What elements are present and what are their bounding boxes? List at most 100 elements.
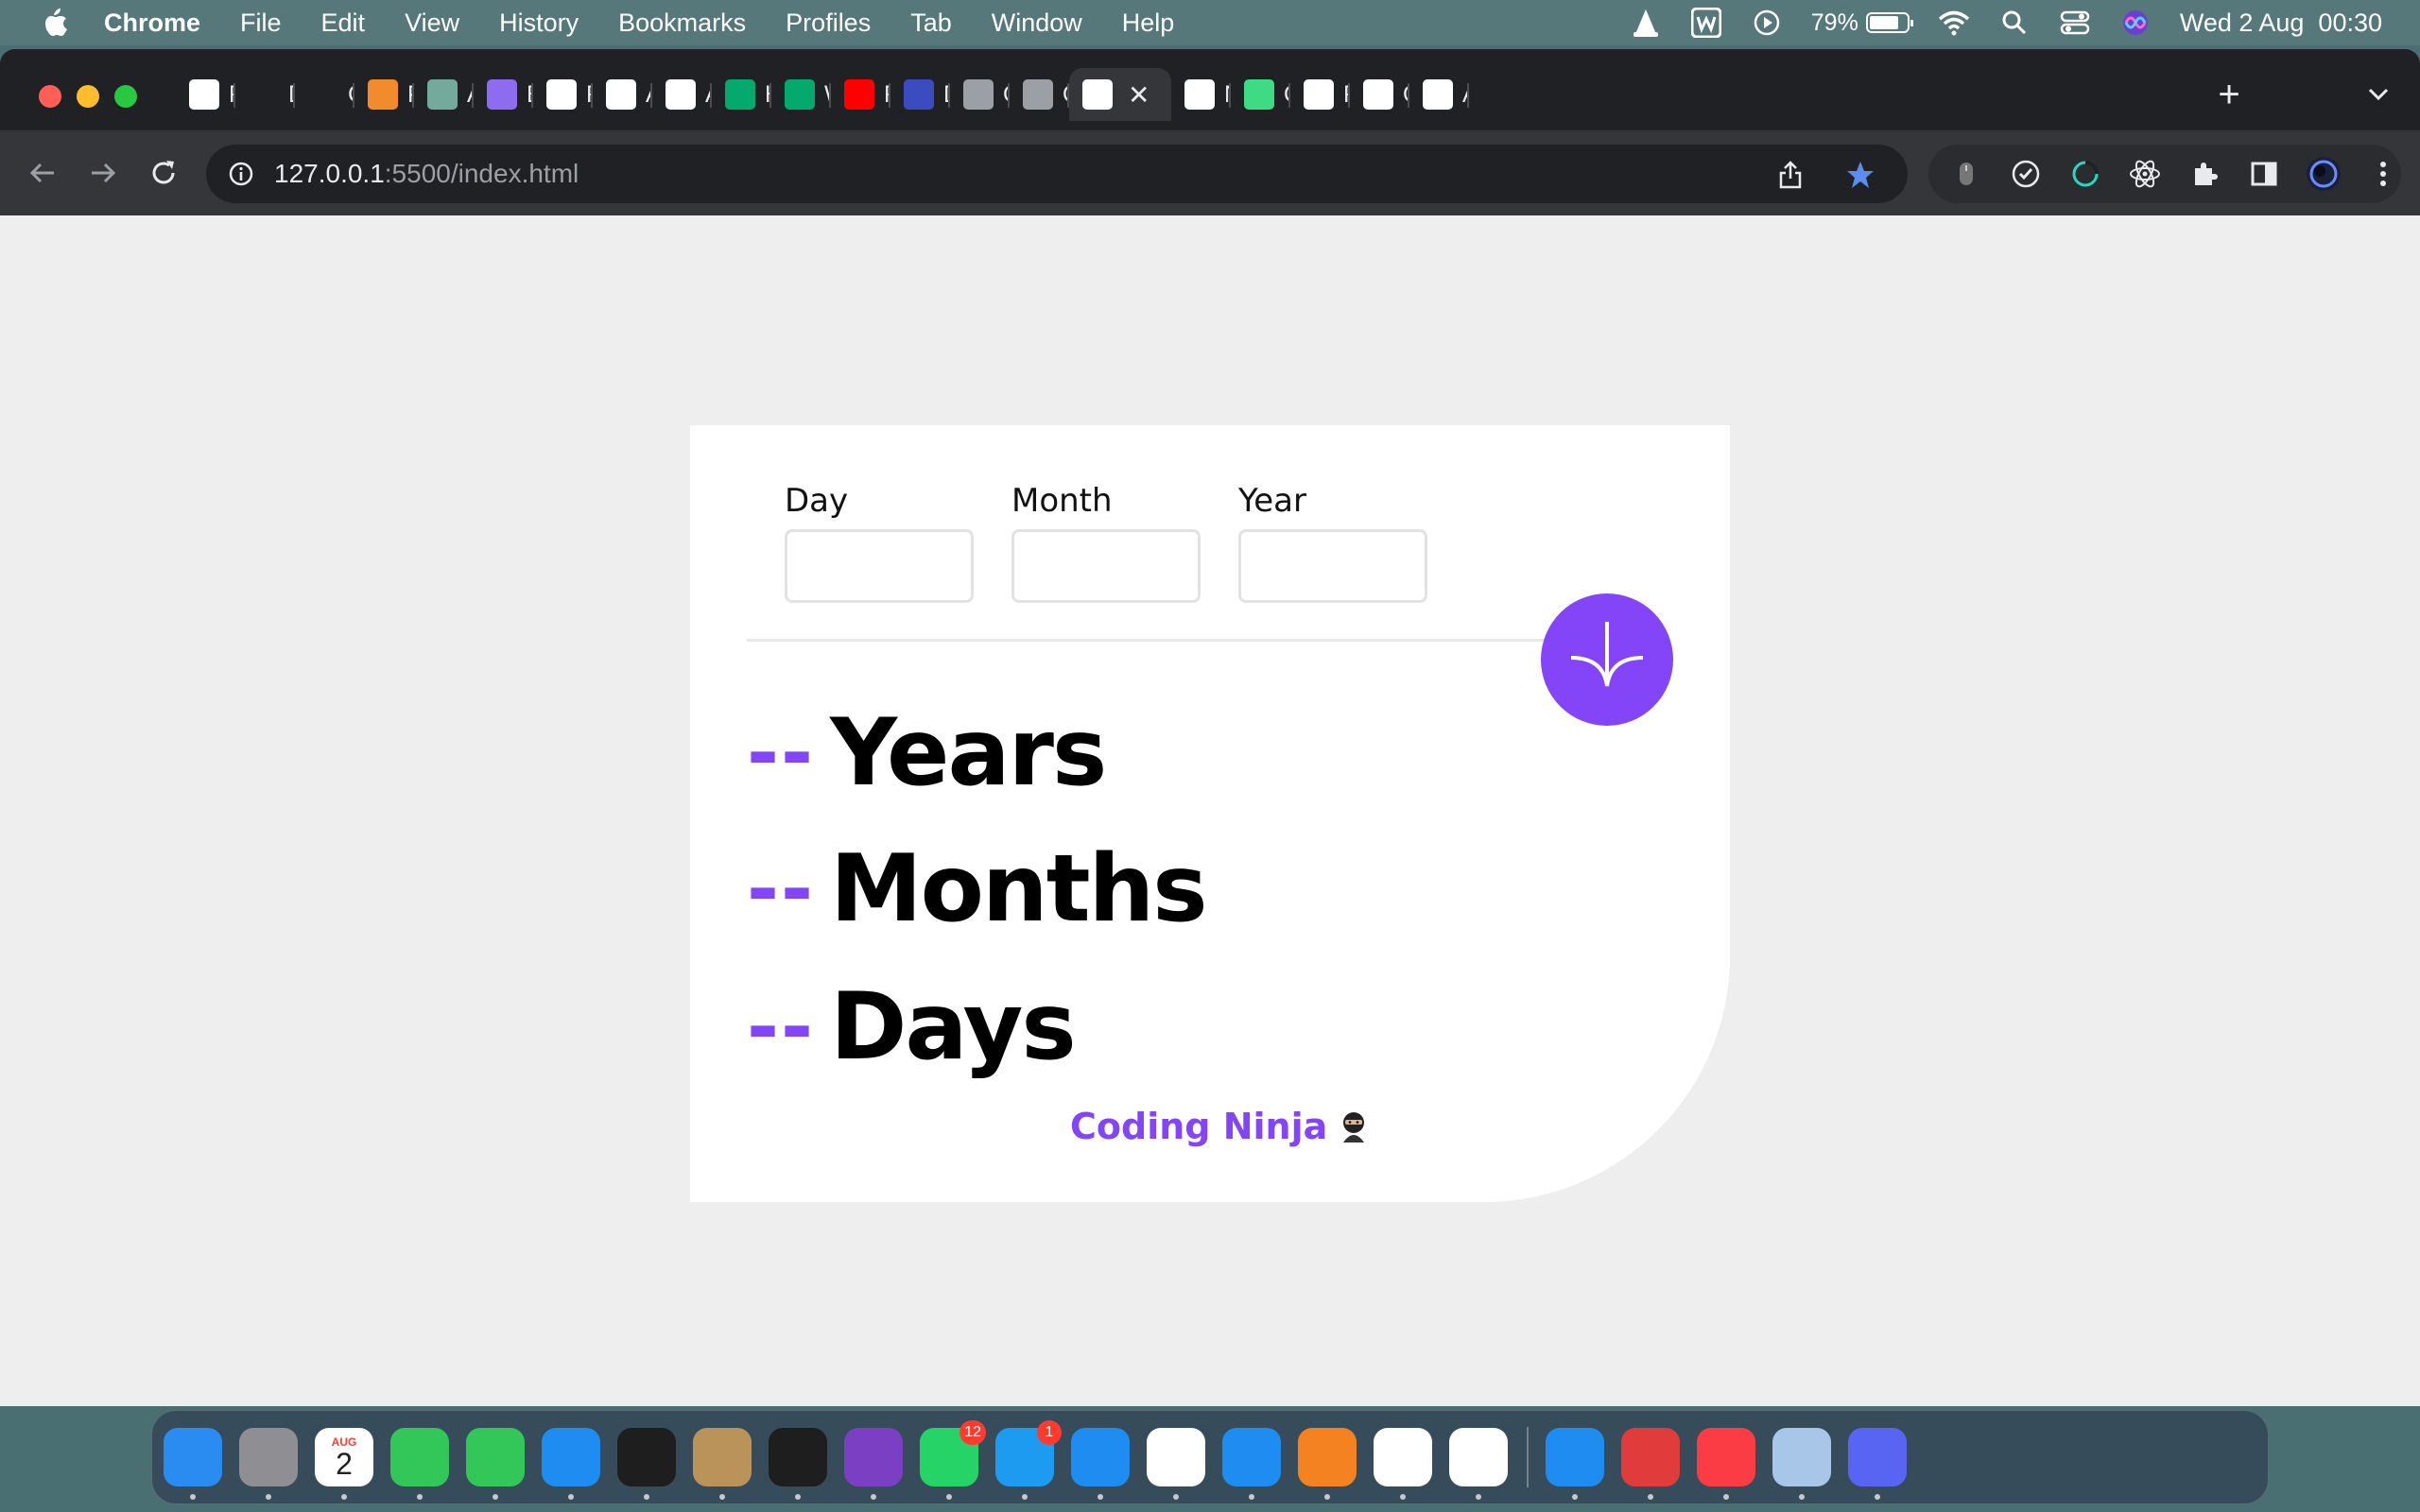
- preview-icon[interactable]: [1772, 1428, 1831, 1500]
- forward-button[interactable]: [83, 153, 123, 193]
- bookmark-star-icon[interactable]: [1841, 156, 1879, 194]
- day-field: Day: [785, 482, 974, 603]
- contacts-icon[interactable]: [693, 1428, 752, 1500]
- chrome-menu-icon[interactable]: [2364, 155, 2401, 193]
- play-status-icon[interactable]: [1751, 7, 1783, 39]
- mail-icon[interactable]: [542, 1428, 600, 1500]
- running-indicator: [1173, 1494, 1179, 1500]
- tab-search-chevron-icon[interactable]: [2360, 76, 2397, 113]
- menu-app-name[interactable]: Chrome: [104, 9, 200, 38]
- vscode-icon[interactable]: [1222, 1428, 1281, 1500]
- bluetooth-icon[interactable]: [1546, 1428, 1604, 1500]
- terminal-icon[interactable]: [769, 1428, 827, 1500]
- spotlight-search-icon[interactable]: [1998, 7, 2031, 39]
- day-input[interactable]: [785, 529, 974, 603]
- menu-view[interactable]: View: [405, 9, 459, 38]
- battery-status[interactable]: 79%: [1811, 9, 1913, 37]
- running-indicator: [871, 1494, 876, 1500]
- tab[interactable]: Fr: [176, 68, 235, 121]
- wps-icon[interactable]: [1621, 1428, 1680, 1500]
- messages-icon[interactable]: [390, 1428, 449, 1500]
- tab[interactable]: Cl: [295, 68, 354, 121]
- tab[interactable]: Ag: [414, 68, 474, 121]
- calendar-icon[interactable]: AUG 2: [315, 1428, 373, 1500]
- tab[interactable]: O: [1350, 68, 1409, 121]
- tab[interactable]: Ba: [474, 68, 533, 121]
- menu-tab[interactable]: Tab: [910, 9, 952, 38]
- share-icon[interactable]: [1772, 156, 1809, 194]
- safari-icon[interactable]: [1071, 1428, 1130, 1500]
- vlc-status-icon[interactable]: [1630, 7, 1662, 39]
- mouse-extension-icon[interactable]: [1947, 155, 1984, 193]
- notion-icon[interactable]: [1147, 1428, 1205, 1500]
- reload-button[interactable]: [144, 153, 183, 193]
- year-input[interactable]: [1238, 529, 1427, 603]
- tab[interactable]: H': [712, 68, 771, 121]
- side-panel-icon[interactable]: [2245, 155, 2282, 193]
- tab[interactable]: N: [1171, 68, 1231, 121]
- running-indicator: [795, 1494, 801, 1500]
- tab[interactable]: Ag: [593, 68, 652, 121]
- slack-icon[interactable]: [1449, 1428, 1508, 1500]
- twitter-icon[interactable]: 1: [995, 1420, 1062, 1500]
- facetime-icon[interactable]: [466, 1428, 525, 1500]
- check-extension-icon[interactable]: [2007, 155, 2044, 193]
- age-app-icon: [1423, 79, 1453, 110]
- control-center-icon[interactable]: [2059, 7, 2091, 39]
- close-tab-icon[interactable]: ✕: [1128, 79, 1150, 111]
- menu-window[interactable]: Window: [992, 9, 1082, 38]
- url-text[interactable]: 127.0.0.1:5500/index.html: [274, 159, 579, 189]
- finder-icon[interactable]: [164, 1428, 222, 1500]
- tab[interactable]: Fr: [831, 68, 890, 121]
- puzzle-extensions-icon[interactable]: [2186, 155, 2222, 193]
- tab[interactable]: Ol: [1010, 68, 1069, 121]
- tab[interactable]: Fr: [1290, 68, 1350, 121]
- music-icon[interactable]: [1697, 1428, 1755, 1500]
- menu-clock[interactable]: Wed 2 Aug 00:30: [2180, 9, 2382, 38]
- launchpad-icon[interactable]: [239, 1428, 298, 1500]
- tab[interactable]: Ag: [652, 68, 712, 121]
- fullscreen-window-button[interactable]: [114, 85, 137, 108]
- siri-icon[interactable]: [2119, 7, 2152, 39]
- menu-profiles[interactable]: Profiles: [786, 9, 871, 38]
- react-devtools-icon[interactable]: [2126, 155, 2163, 193]
- wps-status-icon[interactable]: [1690, 7, 1722, 39]
- discord-icon[interactable]: [1848, 1428, 1907, 1500]
- menu-file[interactable]: File: [240, 9, 282, 38]
- address-bar[interactable]: 127.0.0.1:5500/index.html: [206, 145, 1908, 203]
- chatgpt-icon: [427, 79, 458, 110]
- profile-avatar[interactable]: [2305, 155, 2342, 193]
- loader-extension-icon[interactable]: [2066, 155, 2103, 193]
- menu-help[interactable]: Help: [1122, 9, 1175, 38]
- tab[interactable]: W: [771, 68, 831, 121]
- minimize-window-button[interactable]: [77, 85, 99, 108]
- figma-icon[interactable]: [617, 1428, 676, 1500]
- tab[interactable]: Ag: [1409, 68, 1469, 121]
- github-desktop-icon[interactable]: [844, 1428, 903, 1500]
- site-info-icon[interactable]: [227, 160, 255, 188]
- tab[interactable]: Ol: [950, 68, 1010, 121]
- tab[interactable]: Fr: [533, 68, 593, 121]
- leaf-icon: [1244, 79, 1274, 110]
- tab-active[interactable]: ✕: [1069, 68, 1171, 121]
- close-window-button[interactable]: [39, 85, 61, 108]
- whatsapp-icon[interactable]: 12: [920, 1420, 986, 1500]
- chrome-icon[interactable]: [1374, 1428, 1432, 1500]
- menu-history[interactable]: History: [499, 9, 579, 38]
- menu-bookmarks[interactable]: Bookmarks: [618, 9, 746, 38]
- tab-title: Dc: [288, 81, 295, 109]
- menu-edit[interactable]: Edit: [321, 9, 366, 38]
- apple-icon[interactable]: [38, 6, 72, 40]
- wifi-icon[interactable]: [1938, 7, 1970, 39]
- new-tab-button[interactable]: +: [2210, 76, 2248, 113]
- calculate-button[interactable]: [1541, 593, 1673, 726]
- extensions-bar: [1928, 145, 2401, 203]
- tab[interactable]: Dc: [235, 68, 295, 121]
- url-host: 127.0.0.1: [274, 159, 385, 188]
- vlc-icon[interactable]: [1298, 1428, 1357, 1500]
- tab[interactable]: Dc: [890, 68, 950, 121]
- tab[interactable]: Pc: [354, 68, 414, 121]
- tab[interactable]: O: [1231, 68, 1290, 121]
- back-button[interactable]: [23, 153, 62, 193]
- month-input[interactable]: [1011, 529, 1201, 603]
